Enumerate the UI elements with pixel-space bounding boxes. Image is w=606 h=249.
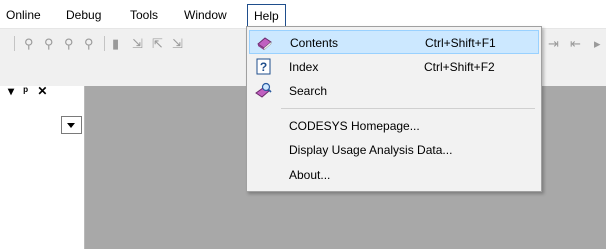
toolbar-separator bbox=[14, 36, 15, 51]
bookmark-next-icon[interactable]: ⇲ bbox=[132, 37, 143, 50]
outdent-icon[interactable]: ⇤ bbox=[570, 37, 581, 50]
menu-item-label: Display Usage Analysis Data... bbox=[289, 143, 453, 157]
menu-item-search[interactable]: Search bbox=[249, 79, 539, 103]
menu-item-shortcut: Ctrl+Shift+F2 bbox=[424, 60, 495, 74]
menu-help[interactable]: Help bbox=[247, 4, 286, 27]
menu-bar: Online Debug Tools Window Help bbox=[0, 0, 606, 29]
menu-item-label: Index bbox=[289, 60, 319, 74]
chevron-down-icon[interactable]: ▾ bbox=[8, 84, 14, 98]
menu-item-contents[interactable]: Contents Ctrl+Shift+F1 bbox=[249, 30, 539, 54]
panel-header: ▾ ᵖ ✕ bbox=[8, 84, 53, 98]
menu-item-label: Search bbox=[289, 84, 328, 98]
menu-window[interactable]: Window bbox=[182, 6, 229, 24]
svg-text:?: ? bbox=[260, 60, 267, 74]
menu-debug[interactable]: Debug bbox=[64, 6, 103, 24]
help-menu-dropdown: Contents Ctrl+Shift+F1 ? Index Ctrl+Shif… bbox=[246, 26, 542, 192]
menu-item-codesys-homepage[interactable]: CODESYS Homepage... bbox=[249, 114, 539, 138]
close-icon[interactable]: ✕ bbox=[37, 84, 47, 98]
menu-item-label: Contents bbox=[290, 36, 339, 50]
find-next-icon[interactable]: ⚲ bbox=[44, 37, 54, 50]
bookmark-icon[interactable]: ▮ bbox=[112, 37, 119, 50]
indent-icon[interactable]: ⇥ bbox=[548, 37, 559, 50]
bookmark-prev-icon[interactable]: ⇱ bbox=[152, 37, 163, 50]
more-icon[interactable]: ▸ bbox=[594, 37, 601, 50]
menu-separator bbox=[281, 108, 535, 109]
search-book-icon bbox=[255, 82, 272, 98]
find-prev-icon[interactable]: ⚲ bbox=[64, 37, 74, 50]
bookmark-clear-icon[interactable]: ⇲ bbox=[172, 37, 183, 50]
pin-icon[interactable]: ᵖ bbox=[23, 84, 28, 98]
menu-item-label: CODESYS Homepage... bbox=[289, 119, 420, 133]
menu-tools[interactable]: Tools bbox=[128, 6, 160, 24]
menu-item-index[interactable]: ? Index Ctrl+Shift+F2 bbox=[249, 55, 539, 79]
menu-item-label: About... bbox=[289, 168, 331, 182]
menu-item-about[interactable]: About... bbox=[249, 163, 539, 187]
book-icon bbox=[257, 37, 272, 51]
menu-item-display-usage-analysis[interactable]: Display Usage Analysis Data... bbox=[249, 138, 539, 162]
docked-panel: ▾ ᵖ ✕ bbox=[0, 84, 85, 249]
toolbar-separator bbox=[104, 36, 105, 51]
menu-item-shortcut: Ctrl+Shift+F1 bbox=[425, 36, 496, 50]
panel-dropdown-button[interactable] bbox=[61, 116, 82, 134]
replace-icon[interactable]: ⚲ bbox=[84, 37, 94, 50]
menu-online[interactable]: Online bbox=[4, 6, 43, 24]
find-icon[interactable]: ⚲ bbox=[24, 37, 34, 50]
help-index-icon: ? bbox=[256, 58, 271, 75]
